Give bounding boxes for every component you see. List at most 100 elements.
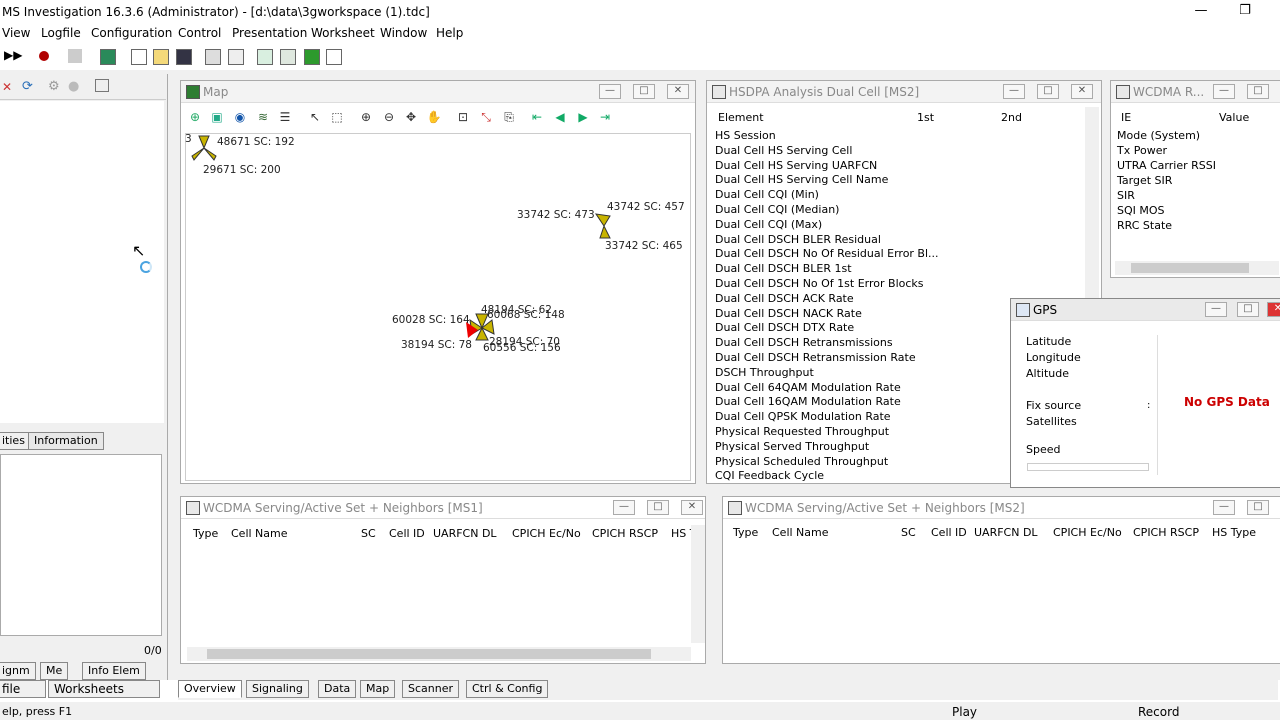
column-header-uarfcn-dl[interactable]: UARFCN DL: [433, 527, 497, 540]
map-maximize-button[interactable]: □: [633, 84, 655, 99]
scrollbar-thumb[interactable]: [207, 649, 651, 659]
info-panel[interactable]: [0, 454, 162, 636]
refresh-icon[interactable]: [280, 49, 296, 65]
step-icon[interactable]: [68, 49, 82, 63]
hsdpa-maximize-button[interactable]: □: [1037, 84, 1059, 99]
column-header-cpich-ecno[interactable]: CPICH Ec/No: [512, 527, 581, 540]
column-header-1st[interactable]: 1st: [917, 111, 934, 124]
tab-activities[interactable]: ities: [0, 432, 31, 450]
last-icon[interactable]: ⇥: [597, 109, 613, 125]
wcdma-radio-hscrollbar[interactable]: [1115, 261, 1279, 275]
tab-information[interactable]: Information: [28, 432, 104, 450]
green-icon[interactable]: [304, 49, 320, 65]
tab-info-elem[interactable]: Info Elem: [82, 662, 146, 680]
workspace-icon[interactable]: [257, 49, 273, 65]
column-header-cell-id[interactable]: Cell ID: [931, 526, 967, 539]
tab-ctrl-config[interactable]: Ctrl & Config: [466, 680, 549, 698]
pan-hand-icon[interactable]: ✋: [426, 109, 442, 125]
print-icon[interactable]: [205, 49, 221, 65]
gear-icon[interactable]: ⚙: [48, 79, 60, 94]
column-header-sc[interactable]: SC: [901, 526, 916, 539]
menu-control[interactable]: Control: [178, 26, 221, 40]
list-icon[interactable]: ☰: [277, 109, 293, 125]
scrollbar-thumb[interactable]: [1131, 263, 1249, 273]
tab-logfile[interactable]: file: [0, 680, 46, 698]
select-icon[interactable]: ⬚: [329, 109, 345, 125]
maximize-button[interactable]: ❐: [1230, 2, 1260, 22]
pointer-icon[interactable]: ↖: [307, 109, 323, 125]
tab-data[interactable]: Data: [318, 680, 357, 698]
open-folder-icon[interactable]: [153, 49, 169, 65]
first-icon[interactable]: ⇤: [529, 109, 545, 125]
layers-icon[interactable]: ≋: [255, 109, 271, 125]
minimize-button[interactable]: —: [1186, 2, 1216, 22]
tab-overview[interactable]: Overview: [178, 680, 242, 698]
save-icon[interactable]: [176, 49, 192, 65]
next-icon[interactable]: ▶: [575, 109, 591, 125]
arrow-right-icon[interactable]: ▶▶: [4, 48, 22, 62]
export-icon[interactable]: ⎘: [501, 109, 517, 125]
gps-minimize-button[interactable]: —: [1205, 302, 1227, 317]
globe-icon[interactable]: ◉: [232, 109, 248, 125]
menu-window[interactable]: Window: [380, 26, 427, 40]
menu-view[interactable]: View: [2, 26, 30, 40]
hsdpa-minimize-button[interactable]: —: [1003, 84, 1025, 99]
gps-close-button[interactable]: ✕: [1267, 302, 1280, 317]
serving-ms2-minimize-button[interactable]: —: [1213, 500, 1235, 515]
menu-configuration[interactable]: Configuration: [91, 26, 172, 40]
wcdma-radio-minimize-button[interactable]: —: [1213, 84, 1235, 99]
gps-maximize-button[interactable]: □: [1237, 302, 1259, 317]
column-header-type[interactable]: Type: [193, 527, 218, 540]
column-header-value[interactable]: Value: [1219, 111, 1249, 124]
window-icon[interactable]: [326, 49, 342, 65]
delete-icon[interactable]: ✕: [2, 80, 12, 94]
serving-ms1-close-button[interactable]: ✕: [681, 500, 703, 515]
new-file-icon[interactable]: [131, 49, 147, 65]
column-header-hs-type[interactable]: HS T: [671, 527, 691, 540]
column-header-sc[interactable]: SC: [361, 527, 376, 540]
zoom-extent-icon[interactable]: ✥: [403, 109, 419, 125]
column-header-ie[interactable]: IE: [1121, 111, 1131, 124]
column-header-cpich-rscp[interactable]: CPICH RSCP: [1133, 526, 1199, 539]
record-icon[interactable]: [39, 51, 49, 61]
serving-ms2-maximize-button[interactable]: □: [1247, 500, 1269, 515]
navigator-tree[interactable]: ↖: [0, 101, 164, 423]
ruler-icon[interactable]: ⊡: [455, 109, 471, 125]
serving-ms1-minimize-button[interactable]: —: [613, 500, 635, 515]
map-canvas[interactable]: [185, 133, 691, 481]
column-header-cell-id[interactable]: Cell ID: [389, 527, 425, 540]
zoom-in-icon[interactable]: ⊕: [358, 109, 374, 125]
image-icon[interactable]: ▣: [209, 109, 225, 125]
properties-icon[interactable]: [95, 79, 109, 92]
zoom-out-icon[interactable]: ⊖: [381, 109, 397, 125]
column-header-cell-name[interactable]: Cell Name: [772, 526, 829, 539]
column-header-cpich-ecno[interactable]: CPICH Ec/No: [1053, 526, 1122, 539]
wcdma-radio-maximize-button[interactable]: □: [1247, 84, 1269, 99]
print-preview-icon[interactable]: [228, 49, 244, 65]
prev-icon[interactable]: ◀: [552, 109, 568, 125]
serving-ms1-hscrollbar[interactable]: [187, 647, 691, 661]
serving-ms1-vscrollbar[interactable]: [691, 525, 705, 643]
map-close-button[interactable]: ✕: [667, 84, 689, 99]
tab-worksheets[interactable]: Worksheets: [48, 680, 160, 698]
menu-logfile[interactable]: Logfile: [41, 26, 81, 40]
measure-icon[interactable]: ⤡: [478, 109, 494, 125]
refresh-icon[interactable]: ⟳: [22, 79, 33, 94]
column-header-cell-name[interactable]: Cell Name: [231, 527, 288, 540]
column-header-element[interactable]: Element: [718, 111, 764, 124]
column-header-uarfcn-dl[interactable]: UARFCN DL: [974, 526, 1038, 539]
tab-signaling[interactable]: Signaling: [246, 680, 309, 698]
menu-worksheet[interactable]: Worksheet: [311, 26, 375, 40]
logfile-icon[interactable]: [100, 49, 116, 65]
menu-help[interactable]: Help: [436, 26, 463, 40]
tab-scanner[interactable]: Scanner: [402, 680, 460, 698]
menu-presentation[interactable]: Presentation: [232, 26, 307, 40]
tab-me[interactable]: Me: [40, 662, 69, 680]
column-header-type[interactable]: Type: [733, 526, 758, 539]
map-minimize-button[interactable]: —: [599, 84, 621, 99]
tab-signaling[interactable]: ignm: [0, 662, 36, 680]
column-header-2nd[interactable]: 2nd: [1001, 111, 1022, 124]
stop-icon[interactable]: ●: [68, 79, 79, 94]
layer-icon[interactable]: ⊕: [187, 109, 203, 125]
tab-map[interactable]: Map: [360, 680, 396, 698]
